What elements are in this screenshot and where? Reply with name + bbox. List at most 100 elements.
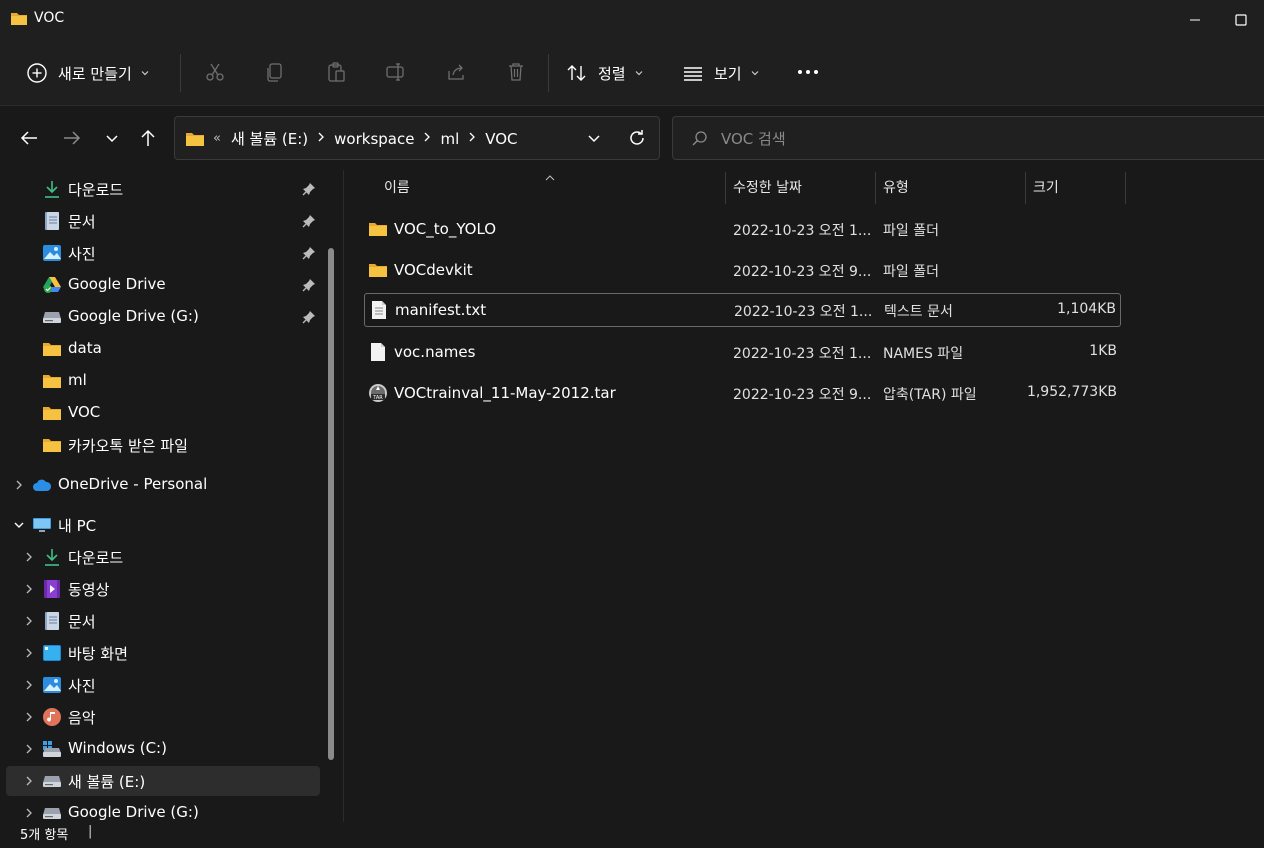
chevron-right-icon[interactable]	[22, 806, 36, 820]
desktop-icon	[42, 643, 62, 663]
sidebar-item-this-pc[interactable]: 내 PC	[6, 510, 320, 540]
chevron-right-icon[interactable]	[22, 742, 36, 756]
breadcrumb: « 새 볼륨 (E:) workspace ml VOC	[185, 128, 518, 149]
new-button[interactable]: 새로 만들기	[26, 54, 150, 92]
sidebar-item-pc-downloads[interactable]: 다운로드	[6, 542, 320, 572]
search-box[interactable]	[672, 116, 1264, 160]
sidebar-item-google-drive[interactable]: Google Drive	[6, 270, 320, 300]
breadcrumb-overflow[interactable]: «	[213, 131, 221, 146]
chevron-down-icon[interactable]	[12, 518, 26, 532]
maximize-button[interactable]	[1218, 0, 1264, 40]
sidebar-item-documents[interactable]: 문서	[6, 206, 320, 236]
share-button[interactable]	[444, 60, 468, 84]
folder-icon	[42, 339, 62, 359]
minimize-button[interactable]	[1172, 0, 1218, 40]
breadcrumb-item[interactable]: VOC	[485, 130, 517, 148]
chevron-down-icon	[106, 135, 118, 143]
file-row[interactable]: VOC_to_YOLO 2022-10-23 오전 1... 파일 폴더	[364, 213, 1121, 245]
search-input[interactable]	[721, 127, 1221, 151]
chevron-right-icon[interactable]	[22, 614, 36, 628]
sidebar-item-ml[interactable]: ml	[6, 366, 320, 396]
breadcrumb-item[interactable]: ml	[440, 130, 459, 148]
chevron-right-icon[interactable]	[22, 646, 36, 660]
sidebar-item-pc-pictures[interactable]: 사진	[6, 670, 320, 700]
up-button[interactable]	[136, 126, 160, 150]
command-bar: 새로 만들기 정렬 보기	[0, 40, 1264, 106]
file-row[interactable]: VOCdevkit 2022-10-23 오전 9... 파일 폴더	[364, 254, 1121, 286]
chevron-right-icon[interactable]	[12, 478, 26, 492]
column-header-date[interactable]: 수정한 날짜	[733, 170, 802, 204]
more-icon	[798, 70, 818, 74]
sidebar-item-pc-google-drive-g[interactable]: Google Drive (G:)	[6, 798, 320, 822]
sidebar-item-downloads[interactable]: 다운로드	[6, 174, 320, 204]
column-header-size[interactable]: 크기	[1033, 170, 1059, 204]
chevron-right-icon[interactable]	[22, 582, 36, 596]
onedrive-icon	[32, 475, 52, 495]
breadcrumb-item[interactable]: 새 볼륨 (E:)	[231, 128, 308, 149]
new-button-label: 새로 만들기	[58, 64, 132, 83]
pin-icon	[302, 278, 316, 296]
sidebar-item-pictures[interactable]: 사진	[6, 238, 320, 268]
tar-archive-icon: TAR	[368, 383, 388, 403]
sidebar-item-label: data	[68, 339, 102, 357]
column-separator[interactable]	[1025, 172, 1026, 204]
view-button[interactable]: 보기	[682, 54, 760, 92]
column-header-type[interactable]: 유형	[883, 170, 909, 204]
chevron-right-icon[interactable]	[22, 678, 36, 692]
address-dropdown-button[interactable]	[585, 129, 603, 151]
sidebar-scrollbar[interactable]	[328, 248, 334, 760]
delete-button[interactable]	[504, 60, 528, 84]
file-date: 2022-10-23 오전 1...	[733, 346, 872, 362]
file-row[interactable]: voc.names 2022-10-23 오전 1... NAMES 파일 1K…	[364, 336, 1121, 368]
chevron-right-icon[interactable]	[468, 131, 476, 147]
column-separator[interactable]	[1125, 172, 1126, 204]
address-bar[interactable]: « 새 볼륨 (E:) workspace ml VOC	[174, 116, 660, 160]
file-size: 1KB	[1089, 343, 1117, 359]
sidebar-item-label: 문서	[68, 613, 96, 631]
column-header-label: 수정한 날짜	[733, 180, 802, 196]
chevron-right-icon[interactable]	[423, 131, 431, 147]
sidebar-item-data[interactable]: data	[6, 334, 320, 364]
file-row[interactable]: manifest.txt 2022-10-23 오전 1... 텍스트 문서 1…	[364, 293, 1121, 327]
sidebar-item-label: Google Drive (G:)	[68, 803, 199, 821]
rename-button[interactable]	[384, 60, 408, 84]
plus-circle-icon	[27, 63, 47, 83]
file-date: 2022-10-23 오전 9...	[733, 264, 872, 280]
forward-button[interactable]	[60, 126, 84, 150]
sort-button[interactable]: 정렬	[566, 54, 644, 92]
column-separator[interactable]	[725, 172, 726, 204]
column-header-name[interactable]: 이름	[384, 170, 410, 204]
paste-button[interactable]	[324, 60, 348, 84]
column-header-label: 이름	[384, 180, 410, 196]
sidebar-item-pc-documents[interactable]: 문서	[6, 606, 320, 636]
sidebar-item-label: 문서	[68, 213, 96, 231]
sidebar-item-google-drive-g[interactable]: Google Drive (G:)	[6, 302, 320, 332]
view-button-label: 보기	[714, 64, 742, 83]
item-count: 5개 항목	[20, 828, 69, 843]
sidebar-item-onedrive[interactable]: OneDrive - Personal	[6, 470, 320, 500]
sidebar-item-kakaotalk[interactable]: 카카오톡 받은 파일	[6, 430, 320, 460]
sidebar-item-pc-videos[interactable]: 동영상	[6, 574, 320, 604]
cut-button[interactable]	[203, 60, 227, 84]
sidebar-item-pc-windows-c[interactable]: Windows (C:)	[6, 734, 320, 764]
recent-locations-button[interactable]	[100, 126, 124, 150]
file-row[interactable]: TAR VOCtrainval_11-May-2012.tar 2022-10-…	[364, 377, 1121, 409]
column-separator[interactable]	[875, 172, 876, 204]
chevron-right-icon[interactable]	[22, 774, 36, 788]
sidebar-item-pc-volume-e[interactable]: 새 볼륨 (E:)	[6, 766, 320, 796]
breadcrumb-item[interactable]: workspace	[334, 130, 414, 148]
refresh-button[interactable]	[627, 128, 647, 152]
chevron-right-icon[interactable]	[317, 131, 325, 147]
sidebar-item-label: OneDrive - Personal	[58, 475, 208, 493]
copy-button[interactable]	[263, 60, 287, 84]
sidebar-item-pc-music[interactable]: 음악	[6, 702, 320, 732]
rename-icon	[386, 63, 404, 81]
list-view-icon	[684, 67, 702, 81]
back-button[interactable]	[17, 126, 41, 150]
chevron-right-icon[interactable]	[22, 710, 36, 724]
more-options-button[interactable]	[796, 60, 820, 84]
chevron-right-icon[interactable]	[22, 550, 36, 564]
sidebar-item-pc-desktop[interactable]: 바탕 화면	[6, 638, 320, 668]
file-size: 1,952,773KB	[1026, 384, 1117, 400]
sidebar-item-voc[interactable]: VOC	[6, 398, 320, 428]
